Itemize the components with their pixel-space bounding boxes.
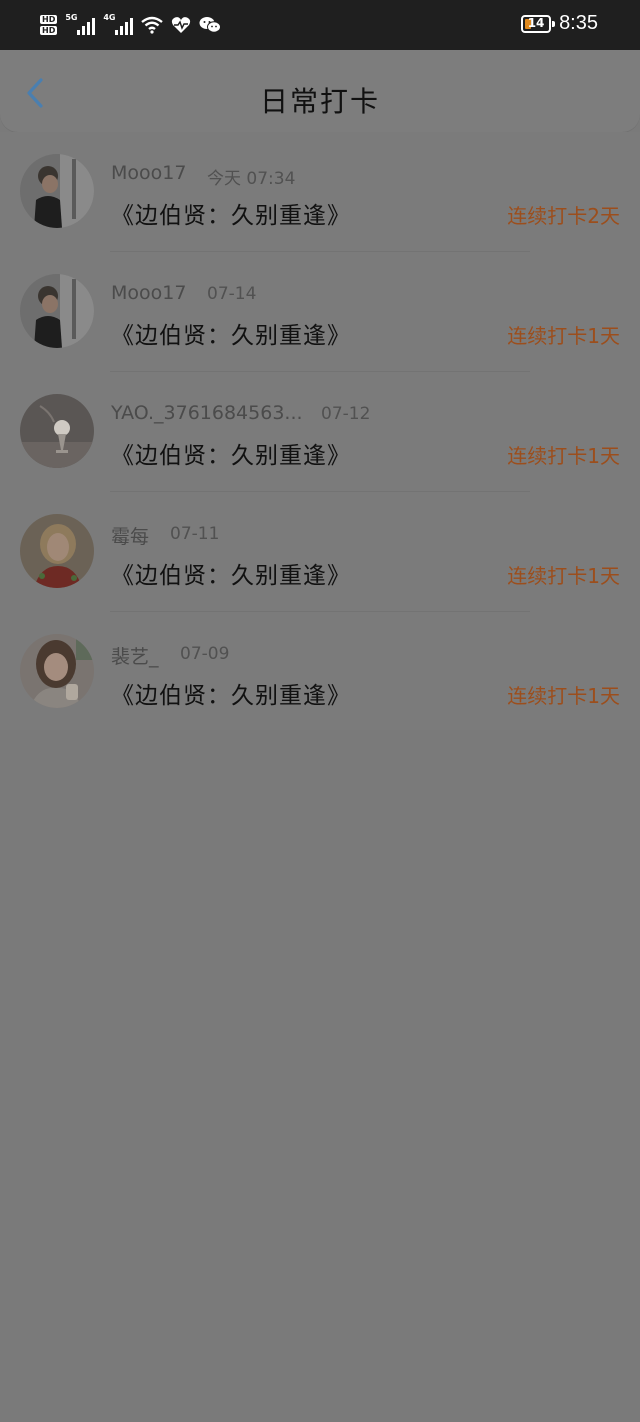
battery-level: 14	[527, 15, 545, 30]
user-name: Mooo17	[111, 162, 187, 184]
heart-rate-icon	[172, 17, 191, 33]
avatar[interactable]	[20, 154, 94, 228]
wechat-icon	[199, 17, 222, 33]
streak-label: 连续打卡1天	[507, 444, 620, 468]
checkin-list: Mooo17 今天 07:34 《边伯贤：久别重逢》 连续打卡2天 Mooo17…	[0, 132, 640, 730]
book-title: 《边伯贤：久别重逢》	[111, 323, 351, 349]
status-bar: HD HD 5G 4G 14 8:35	[0, 0, 640, 50]
page-title: 日常打卡	[259, 85, 380, 118]
hd-badge-1: HD	[40, 15, 58, 24]
user-name: 裴艺_	[111, 646, 159, 668]
avatar[interactable]	[20, 514, 94, 588]
checkin-item[interactable]: YAO._3761684563... 07-12 《边伯贤：久别重逢》 连续打卡…	[0, 372, 640, 492]
user-name: YAO._3761684563...	[111, 402, 303, 424]
checkin-date: 07-11	[170, 524, 220, 544]
checkin-item[interactable]: 裴艺_ 07-09 《边伯贤：久别重逢》 连续打卡1天	[0, 612, 640, 732]
hd-badge-2: HD	[40, 26, 58, 35]
checkin-item[interactable]: Mooo17 07-14 《边伯贤：久别重逢》 连续打卡1天	[0, 252, 640, 372]
book-title: 《边伯贤：久别重逢》	[111, 563, 351, 589]
checkin-item[interactable]: Mooo17 今天 07:34 《边伯贤：久别重逢》 连续打卡2天	[0, 132, 640, 252]
book-title: 《边伯贤：久别重逢》	[111, 203, 351, 229]
checkin-date: 今天 07:34	[207, 169, 296, 189]
streak-label: 连续打卡1天	[507, 684, 620, 708]
clock: 8:35	[559, 12, 598, 34]
streak-label: 连续打卡1天	[507, 564, 620, 588]
avatar[interactable]	[20, 634, 94, 708]
status-left: HD HD 5G 4G	[40, 13, 222, 37]
avatar[interactable]	[20, 394, 94, 468]
hd-indicator: HD HD	[40, 15, 58, 35]
checkin-item[interactable]: 霉每 07-11 《边伯贤：久别重逢》 连续打卡1天	[0, 492, 640, 612]
user-name: 霉每	[111, 526, 150, 548]
book-title: 《边伯贤：久别重逢》	[111, 683, 351, 709]
network-4g-label: 4G	[103, 13, 116, 22]
signal-4g-icon: 4G	[103, 13, 134, 37]
battery-icon: 14	[521, 14, 556, 33]
avatar[interactable]	[20, 274, 94, 348]
user-name: Mooo17	[111, 282, 187, 304]
checkin-date: 07-14	[207, 284, 257, 304]
streak-label: 连续打卡1天	[507, 324, 620, 348]
signal-5g-icon: 5G	[65, 13, 96, 37]
status-right: 14 8:35	[521, 12, 598, 35]
checkin-date: 07-09	[180, 644, 230, 664]
checkin-date: 07-12	[321, 404, 371, 424]
nav-header: 日常打卡	[0, 50, 640, 132]
wifi-icon	[141, 16, 164, 34]
network-5g-label: 5G	[65, 13, 78, 22]
book-title: 《边伯贤：久别重逢》	[111, 443, 351, 469]
streak-label: 连续打卡2天	[507, 204, 620, 228]
